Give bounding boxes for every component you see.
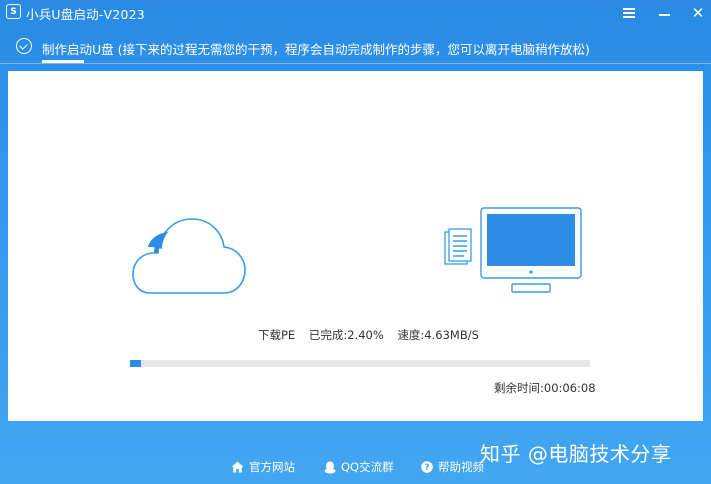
- document-icon: [444, 228, 472, 265]
- app-window: S 小兵U盘启动-V2023 ✕ 制作启动U盘 (接下来的过程无需您的干预，程序…: [0, 0, 711, 484]
- home-icon: [231, 461, 244, 473]
- app-logo-icon: S: [6, 4, 21, 19]
- close-icon: ✕: [691, 3, 705, 22]
- minimize-icon: [658, 14, 670, 16]
- progress-bar: [130, 360, 590, 367]
- progress-panel: 下载PE 已完成:2.40% 速度:4.63MB/S 剩余时间:00:06:08: [8, 71, 703, 421]
- help-video-link[interactable]: ? 帮助视频: [421, 459, 484, 475]
- menu-icon: [623, 8, 635, 18]
- check-circle-icon: [16, 38, 32, 54]
- step-description: 制作启动U盘 (接下来的过程无需您的干预，程序会自动完成制作的步骤，您可以离开电…: [42, 42, 590, 57]
- watermark-text: 知乎 @电脑技术分享: [480, 442, 672, 466]
- progress-bar-fill: [130, 360, 142, 367]
- qq-group-label: QQ交流群: [341, 460, 394, 474]
- official-site-label: 官方网站: [249, 460, 295, 474]
- svg-text:?: ?: [424, 463, 429, 473]
- progress-status: 下载PE 已完成:2.40% 速度:4.63MB/S: [258, 327, 489, 343]
- window-title: 小兵U盘启动-V2023: [26, 7, 145, 22]
- menu-button[interactable]: [619, 3, 639, 23]
- close-button[interactable]: ✕: [688, 3, 708, 23]
- monitor-icon: [480, 207, 582, 293]
- title-bar[interactable]: S 小兵U盘启动-V2023 ✕: [0, 0, 711, 26]
- completed-label: 已完成:2.40%: [308, 328, 384, 342]
- remaining-time: 剩余时间:00:06:08: [494, 381, 596, 395]
- step-underline: [42, 60, 84, 63]
- help-icon: ?: [421, 461, 433, 473]
- task-label: 下载PE: [258, 328, 296, 342]
- minimize-button[interactable]: [654, 3, 674, 23]
- help-video-label: 帮助视频: [438, 460, 484, 474]
- speed-label: 速度:4.63MB/S: [397, 328, 479, 342]
- cloud-icon: [132, 218, 246, 294]
- qq-penguin-icon: [324, 460, 336, 473]
- official-site-link[interactable]: 官方网站: [231, 459, 295, 475]
- qq-group-link[interactable]: QQ交流群: [324, 459, 394, 475]
- step-header: 制作启动U盘 (接下来的过程无需您的干预，程序会自动完成制作的步骤，您可以离开电…: [0, 30, 711, 64]
